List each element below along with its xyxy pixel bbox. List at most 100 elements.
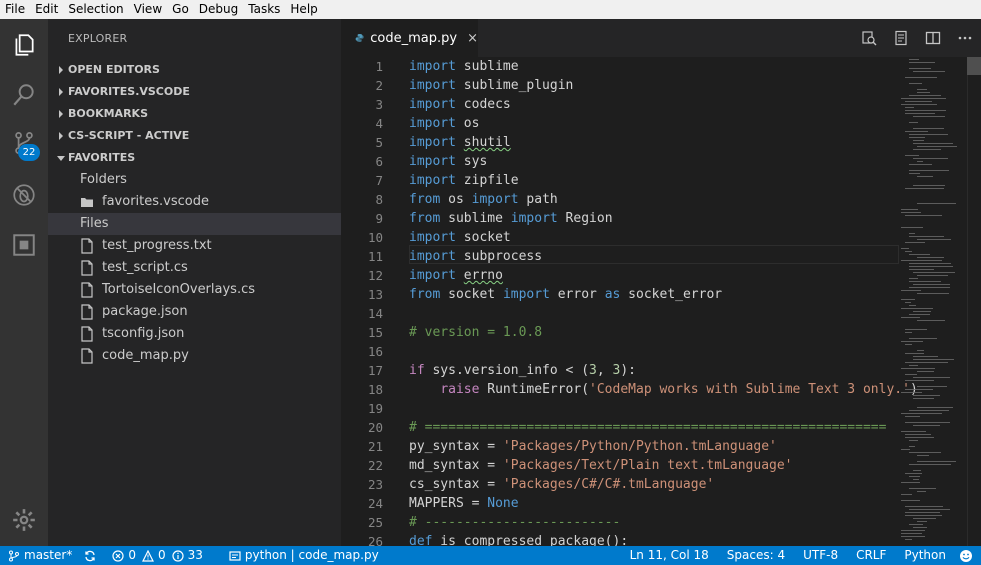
language-mode[interactable]: Python — [895, 546, 955, 565]
section-favorites[interactable]: FAVORITES — [48, 147, 341, 169]
minimap-line — [901, 392, 922, 393]
code-line: def is_compressed_package(): — [409, 534, 629, 546]
minimap-line — [901, 536, 925, 537]
context-status[interactable]: python | code_map.py — [223, 546, 385, 565]
scrollbar-thumb[interactable] — [967, 57, 981, 75]
debug-icon[interactable] — [0, 171, 48, 219]
section-favorites-vscode[interactable]: FAVORITES.VSCODE — [48, 81, 341, 103]
extensions-icon[interactable] — [0, 221, 48, 269]
menu-view[interactable]: View — [129, 0, 167, 19]
context-label: python | code_map.py — [244, 548, 379, 562]
tree-file-item[interactable]: test_progress.txt — [48, 235, 341, 257]
tree-file-item[interactable]: TortoiseIconOverlays.cs — [48, 279, 341, 301]
explorer-sidebar: EXPLORER OPEN EDITORS FAVORITES.VSCODE B… — [48, 19, 341, 546]
minimap-line — [905, 302, 911, 303]
split-editor-icon[interactable] — [917, 19, 949, 57]
minimap-line — [913, 185, 945, 186]
minimap-line — [909, 464, 951, 465]
tree-file-item[interactable]: code_map.py — [48, 345, 341, 367]
tab-code-map-py[interactable]: code_map.py × — [341, 19, 478, 57]
line-number: 24 — [367, 496, 383, 511]
minimap-line — [901, 482, 920, 483]
tree-file-item[interactable]: package.json — [48, 301, 341, 323]
minimap-line — [901, 530, 925, 531]
section-bookmarks[interactable]: BOOKMARKS — [48, 103, 341, 125]
tab-close-icon[interactable]: × — [467, 31, 478, 46]
sync-status[interactable] — [78, 546, 106, 565]
minimap-line — [901, 413, 942, 414]
minimap-line — [905, 506, 943, 507]
line-number: 25 — [367, 515, 383, 530]
minimap-line — [917, 350, 924, 351]
line-number: 11 — [367, 249, 383, 264]
tree-item-folder[interactable]: favorites.vscode — [48, 191, 341, 213]
code-line: import subprocess — [409, 249, 543, 264]
minimap-line — [913, 158, 948, 159]
problems-status[interactable]: 0 0 33 — [106, 546, 209, 565]
tree-label: test_script.cs — [102, 260, 188, 275]
minimap-line — [909, 281, 941, 282]
more-actions-icon[interactable] — [949, 19, 981, 57]
minimap-line — [909, 365, 918, 366]
tree-label: TortoiseIconOverlays.cs — [102, 282, 256, 297]
tree-folders-group[interactable]: Folders — [48, 169, 341, 191]
line-number: 10 — [367, 230, 383, 245]
minimap-line — [905, 473, 922, 474]
minimap-line — [909, 278, 918, 279]
minimap-line — [917, 239, 951, 240]
eol-status[interactable]: CRLF — [847, 546, 895, 565]
tree-file-item[interactable]: test_script.cs — [48, 257, 341, 279]
minimap-line — [905, 353, 924, 354]
minimap-line — [913, 143, 953, 144]
minimap-line — [913, 479, 919, 480]
minimap-line — [905, 539, 912, 540]
code-line: if sys.version_info < (3, 3): — [409, 363, 636, 378]
explorer-icon[interactable] — [0, 21, 48, 69]
vertical-scrollbar[interactable] — [967, 57, 981, 546]
minimap-line — [905, 416, 920, 417]
section-cs-script[interactable]: CS-SCRIPT - ACTIVE — [48, 125, 341, 147]
line-number: 17 — [367, 363, 383, 378]
menu-edit[interactable]: Edit — [30, 0, 63, 19]
indentation-status[interactable]: Spaces: 4 — [718, 546, 794, 565]
line-number: 19 — [367, 401, 383, 416]
menu-go[interactable]: Go — [167, 0, 194, 19]
line-number: 5 — [375, 135, 383, 150]
search-icon[interactable] — [0, 71, 48, 119]
code-editor[interactable]: 1 2 3 4 5 6 7 8 9 10 11 12 13 14 15 16 17 18 19 20 21 22 23 24 2… — [341, 57, 981, 546]
menu-tasks[interactable]: Tasks — [243, 0, 285, 19]
tree-file-item[interactable]: tsconfig.json — [48, 323, 341, 345]
open-changes-icon[interactable] — [853, 19, 885, 57]
menu-help[interactable]: Help — [285, 0, 322, 19]
minimap-line — [901, 212, 921, 213]
section-label: CS-SCRIPT - ACTIVE — [68, 129, 190, 142]
line-number: 23 — [367, 477, 383, 492]
open-preview-icon[interactable] — [885, 19, 917, 57]
error-count: 0 — [128, 548, 136, 562]
code-context-icon — [229, 550, 241, 561]
minimap[interactable] — [899, 57, 967, 546]
tree-files-group[interactable]: Files — [48, 213, 341, 235]
feedback-smiley-icon[interactable] — [955, 546, 981, 565]
minimap-line — [909, 134, 948, 135]
minimap-line — [917, 407, 953, 408]
minimap-line — [909, 68, 931, 69]
encoding-status[interactable]: UTF-8 — [794, 546, 847, 565]
code-line: # version = 1.0.8 — [409, 325, 543, 340]
minimap-line — [909, 446, 915, 447]
branch-status[interactable]: master* — [0, 546, 78, 565]
menu-file[interactable]: File — [0, 0, 30, 19]
minimap-line — [905, 101, 932, 102]
chevron-down-icon — [54, 147, 68, 169]
menu-debug[interactable]: Debug — [194, 0, 243, 19]
minimap-line — [909, 95, 941, 96]
menu-selection[interactable]: Selection — [63, 0, 128, 19]
section-open-editors[interactable]: OPEN EDITORS — [48, 59, 341, 81]
settings-gear-icon[interactable] — [0, 496, 48, 544]
minimap-line — [909, 338, 937, 339]
code-line: from os import path — [409, 192, 558, 207]
cursor-position[interactable]: Ln 11, Col 18 — [621, 546, 718, 565]
menu-bar: File Edit Selection View Go Debug Tasks … — [0, 0, 981, 19]
code-content[interactable]: import sublime import sublime_plugin imp… — [409, 57, 918, 546]
line-number: 12 — [367, 268, 383, 283]
